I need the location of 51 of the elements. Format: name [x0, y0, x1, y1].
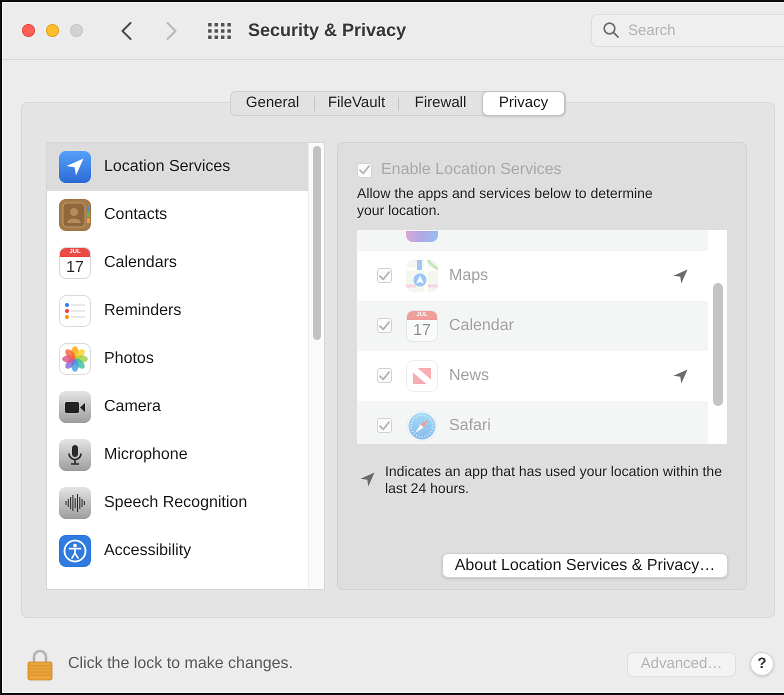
location-arrow-icon: [360, 472, 375, 487]
app-name: News: [449, 366, 490, 386]
map-icon: [406, 260, 438, 292]
scrollbar-thumb[interactable]: [712, 283, 722, 406]
privacy-category-item[interactable]: Location Services: [47, 143, 308, 191]
search-icon: [603, 22, 619, 38]
privacy-category-item[interactable]: Reminders: [47, 287, 308, 335]
tab[interactable]: Firewall: [399, 92, 482, 115]
window-title: Security & Privacy: [248, 19, 406, 42]
minimize-button[interactable]: [46, 24, 59, 37]
legend-text: Indicates an app that has used your location within the last 24 hours.: [385, 463, 723, 497]
panel-description: Allow the apps and services below to determine your location.: [357, 185, 654, 219]
checklist-icon: [59, 295, 91, 327]
app-name: Safari: [449, 416, 491, 436]
flower-icon: [59, 343, 91, 375]
scrollbar-track[interactable]: [308, 143, 324, 589]
microphone-icon: [59, 439, 91, 471]
checkmark-icon: [379, 320, 390, 330]
privacy-category-item[interactable]: Camera: [47, 383, 308, 431]
about-location-button[interactable]: About Location Services & Privacy…: [442, 553, 728, 578]
news-icon: [406, 360, 438, 392]
waveform-icon: [59, 487, 91, 519]
padlock-closed-icon[interactable]: [27, 647, 53, 681]
privacy-category-item[interactable]: Accessibility: [47, 527, 308, 575]
app-name: Maps: [449, 266, 488, 286]
privacy-category-item[interactable]: Photos: [47, 335, 308, 383]
tab[interactable]: General: [231, 92, 314, 115]
tab[interactable]: Privacy: [482, 91, 565, 116]
tab[interactable]: FileVault: [315, 92, 398, 115]
accessibility-icon: [59, 535, 91, 567]
calendar-icon-day: 17: [413, 320, 431, 341]
compass-icon: [406, 410, 438, 442]
chevron-left-icon: [120, 22, 132, 40]
scrollbar-thumb[interactable]: [312, 146, 320, 340]
privacy-category-item[interactable]: Speech Recognition: [47, 479, 308, 527]
calendar-icon-day: 17: [66, 257, 84, 278]
checkmark-icon: [379, 420, 390, 430]
privacy-category-item[interactable]: Microphone: [47, 431, 308, 479]
chevron-right-icon: [166, 22, 176, 40]
help-button[interactable]: ?: [750, 652, 774, 676]
search-field[interactable]: Search: [591, 14, 784, 47]
video-camera-icon: [59, 391, 91, 423]
privacy-category-item[interactable]: Contacts: [47, 191, 308, 239]
checkmark-icon: [379, 370, 390, 380]
app-name: Calendar: [449, 316, 514, 336]
grid-icon[interactable]: [208, 22, 231, 38]
checkmark-icon: [379, 270, 390, 280]
checkmark-icon: [359, 165, 370, 175]
contact-book-icon: [59, 199, 91, 231]
lock-hint: Click the lock to make changes.: [68, 654, 293, 674]
close-button[interactable]: [22, 24, 35, 37]
